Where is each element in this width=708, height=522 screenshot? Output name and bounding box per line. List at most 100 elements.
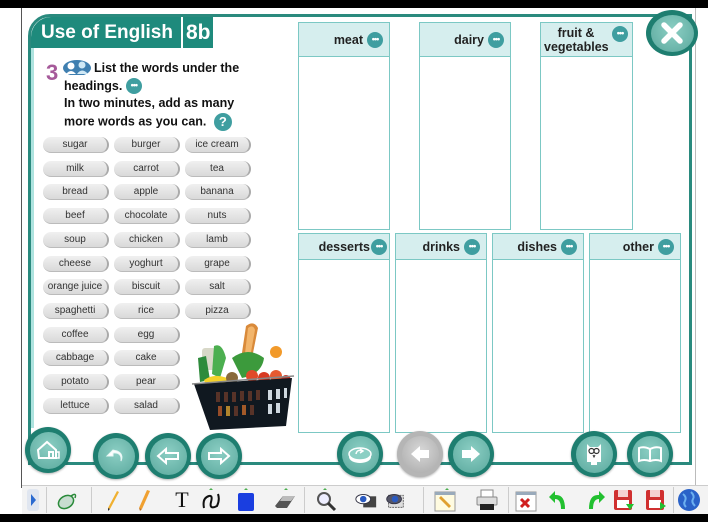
word-chip[interactable]: soup [43,232,109,248]
save-button[interactable] [612,488,636,512]
word-chip[interactable]: lamb [185,232,251,248]
word-chip[interactable]: ice cream [185,137,251,153]
category-box-meat[interactable]: meat ••• [298,22,390,230]
word-chip[interactable]: coffee [43,327,109,343]
new-note-button[interactable] [433,488,457,512]
word-chip[interactable]: carrot [114,161,180,177]
arrow-right-icon [462,446,480,462]
word-chip[interactable]: tea [185,161,251,177]
word-chip[interactable]: beef [43,208,109,224]
freehand-tool[interactable] [199,488,223,512]
category-box-drinks[interactable]: drinks ••• [395,233,487,433]
word-chip[interactable]: chocolate [114,208,180,224]
word-chip[interactable]: cheese [43,256,109,272]
reset-button[interactable] [337,431,383,477]
word-chip[interactable]: cake [114,350,180,366]
word-chip[interactable]: grape [185,256,251,272]
print-button[interactable] [475,488,499,512]
more-options-icon[interactable]: ••• [658,238,674,255]
text-tool[interactable]: T [170,487,194,512]
page-previous-button-face [401,435,439,473]
word-chip[interactable]: pizza [185,303,251,319]
book-button[interactable] [627,431,673,477]
home-button[interactable] [25,427,71,473]
save-as-button[interactable] [644,488,668,512]
previous-button[interactable] [145,433,191,479]
undo-button[interactable] [547,488,571,512]
zoom-tool[interactable] [315,488,339,512]
word-chip[interactable]: potato [43,374,109,390]
screen-shade-tool[interactable] [383,488,407,512]
eraser-tool[interactable] [273,488,297,512]
more-options-icon[interactable]: ••• [367,31,383,48]
owl-button-face [575,435,613,473]
highlighter-tool[interactable] [132,488,156,512]
clear-all-button[interactable] [514,488,538,512]
category-header: meat ••• [299,23,389,57]
word-chip[interactable]: spaghetti [43,303,109,319]
word-chip[interactable]: salad [114,398,180,414]
word-chip[interactable]: sugar [43,137,109,153]
page-next-button[interactable] [448,431,494,477]
category-box-dishes[interactable]: dishes ••• [492,233,584,433]
category-label: dishes [517,239,557,254]
word-chip[interactable]: bread [43,184,109,200]
blue-square-icon [238,488,254,511]
text-tool-icon: T [175,487,189,512]
more-options-icon[interactable]: ••• [561,238,577,255]
back-button[interactable] [93,433,139,479]
word-chip[interactable]: rice [114,303,180,319]
word-chip[interactable]: orange juice [43,279,109,295]
exercise-number: 3 [46,60,59,85]
word-chip[interactable]: banana [185,184,251,200]
shape-tool[interactable] [234,488,258,512]
arrow-left-icon [156,447,179,465]
category-header: other ••• [590,234,680,260]
web-button[interactable] [677,488,701,512]
close-button[interactable] [646,10,698,56]
word-chip[interactable]: yoghurt [114,256,180,272]
toolbar-toggle-button[interactable] [24,488,42,512]
mouse-pointer-tool[interactable] [55,488,79,512]
owl-button[interactable] [571,431,617,477]
instruction-line-4: more words as you can. [64,113,207,128]
word-chip[interactable]: milk [43,161,109,177]
word-chip[interactable]: salt [185,279,251,295]
word-chip[interactable]: cabbage [43,350,109,366]
page-previous-button[interactable] [397,431,443,477]
category-box-other[interactable]: other ••• [589,233,681,433]
word-chip[interactable]: burger [114,137,180,153]
book-button-face [631,435,669,473]
word-chip[interactable]: biscuit [114,279,180,295]
magnifier-icon [317,488,337,512]
more-options-icon[interactable]: ••• [488,31,504,48]
close-icon [661,22,683,44]
eye-shade-icon [386,494,404,508]
more-options-icon[interactable]: ••• [125,78,142,95]
next-button[interactable] [196,433,242,479]
help-icon[interactable]: ? [213,112,232,131]
word-chip[interactable]: pear [114,374,180,390]
category-box-desserts[interactable]: desserts ••• [298,233,390,433]
more-options-icon[interactable]: ••• [464,238,480,255]
toolbar-separator [46,487,47,513]
undo-arrow-icon [549,491,565,509]
word-chip[interactable]: nuts [185,208,251,224]
more-options-icon[interactable]: ••• [371,238,387,255]
redo-button[interactable] [583,488,607,512]
instruction-line-3: In two minutes, add as many [64,96,235,110]
category-box-fruit-vegetables[interactable]: fruit & vegetables ••• [540,22,633,230]
category-header: dishes ••• [493,234,583,260]
word-chip[interactable]: chicken [114,232,180,248]
category-header: fruit & vegetables ••• [541,23,632,57]
word-chip[interactable]: lettuce [43,398,109,414]
spotlight-tool[interactable] [354,488,378,512]
category-label: other [622,239,654,254]
toolbar-separator [673,487,674,513]
arrow-left-icon [411,446,429,462]
pencil-tool[interactable] [101,488,125,512]
more-options-icon[interactable]: ••• [612,26,628,42]
word-chip[interactable]: apple [114,184,180,200]
category-box-dairy[interactable]: dairy ••• [419,22,511,230]
word-chip[interactable]: egg [114,327,180,343]
